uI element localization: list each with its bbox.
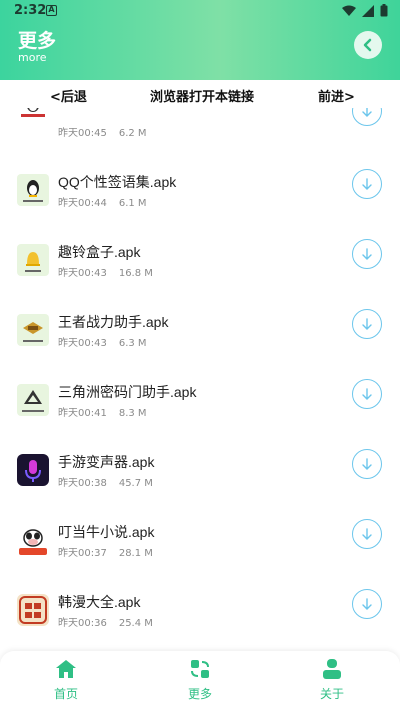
status-bar: 2:32 A: [0, 0, 400, 22]
file-size: 6.2 M: [118, 128, 147, 139]
file-date: 昨天00:36: [58, 618, 107, 629]
file-name: 三角洲密码门助手.apk: [58, 384, 197, 400]
download-button[interactable]: [352, 108, 382, 126]
download-arrow-icon: [362, 388, 372, 400]
file-item[interactable]: 韩漫大全.apk 昨天00:36 25.4 M: [0, 589, 400, 651]
file-size: 8.3 M: [118, 408, 147, 419]
person-icon: [323, 659, 341, 679]
back-button[interactable]: [354, 31, 382, 59]
file-meta: 昨天00:38 45.7 M: [58, 474, 153, 489]
cow-app-icon: [17, 524, 49, 556]
wifi-icon: [342, 5, 356, 16]
download-button[interactable]: [352, 239, 382, 269]
open-in-browser-link[interactable]: 浏览器打开本链接: [150, 86, 254, 105]
file-date: 昨天00:44: [58, 198, 107, 209]
download-arrow-icon: [362, 318, 372, 330]
download-button[interactable]: [352, 309, 382, 339]
file-size: 16.8 M: [118, 268, 153, 279]
file-size: 45.7 M: [118, 478, 153, 489]
file-date: 昨天00:43: [58, 338, 107, 349]
download-arrow-icon: [362, 178, 372, 190]
page-title: 更多: [18, 30, 57, 52]
tab-about-label: 关于: [319, 687, 344, 701]
tab-home-label: 首页: [53, 687, 78, 701]
tab-more-label: 更多: [187, 687, 212, 701]
tab-more[interactable]: 更多: [160, 657, 240, 702]
file-item[interactable]: 趣铃盒子.apk 昨天00:43 16.8 M: [0, 239, 400, 314]
file-item[interactable]: 王者战力助手.apk 昨天00:43 6.3 M: [0, 309, 400, 384]
file-date: 昨天00:43: [58, 268, 107, 279]
file-name: 韩漫大全.apk: [58, 594, 141, 610]
file-item[interactable]: 三角洲密码门助手.apk 昨天00:41 8.3 M: [0, 379, 400, 454]
battery-icon: [380, 4, 388, 17]
qq-penguin-icon: [17, 174, 49, 206]
manhua-app-icon: [17, 594, 49, 626]
microphone-app-icon: [17, 454, 49, 486]
file-meta: 昨天00:44 6.1 M: [58, 194, 147, 209]
file-name: 趣铃盒子.apk: [58, 244, 141, 260]
file-size: 28.1 M: [118, 548, 153, 559]
file-meta: 昨天00:45 6.2 M: [58, 124, 147, 139]
download-arrow-icon: [362, 598, 372, 610]
page-subtitle: more: [18, 51, 47, 64]
file-item[interactable]: QQ个性签语集.apk 昨天00:44 6.1 M: [0, 169, 400, 244]
chevron-left-icon: [363, 38, 372, 52]
file-date: 昨天00:37: [58, 548, 107, 559]
file-name: 手游变声器.apk: [58, 454, 155, 470]
file-name: 王者战力助手.apk: [58, 314, 169, 330]
bell-app-icon: [17, 244, 49, 276]
file-name: 叮当牛小说.apk: [58, 524, 155, 540]
file-list: 昨天00:45 6.2 M QQ个性签语集.apk 昨天00:44 6.1 M 趣铃…: [0, 108, 400, 651]
download-button[interactable]: [352, 169, 382, 199]
download-arrow-icon: [362, 108, 372, 117]
file-meta: 昨天00:37 28.1 M: [58, 544, 153, 559]
file-size: 6.1 M: [118, 198, 147, 209]
file-date: 昨天00:41: [58, 408, 107, 419]
tab-home[interactable]: 首页: [26, 657, 106, 702]
file-date: 昨天00:38: [58, 478, 107, 489]
file-meta: 昨天00:43 6.3 M: [58, 334, 147, 349]
panda-app-icon: [17, 108, 49, 120]
file-date: 昨天00:45: [58, 128, 107, 139]
file-item[interactable]: 叮当牛小说.apk 昨天00:37 28.1 M: [0, 519, 400, 594]
status-icons: [342, 4, 388, 17]
bottom-nav: 首页 更多 关于: [0, 651, 400, 711]
browser-forward-link[interactable]: 前进>: [318, 86, 355, 105]
game-logo-icon: [17, 314, 49, 346]
browser-back-link[interactable]: <后退: [50, 86, 87, 105]
status-time: 2:32: [14, 3, 47, 18]
notification-icon: A: [46, 5, 57, 16]
download-arrow-icon: [362, 528, 372, 540]
download-button[interactable]: [352, 519, 382, 549]
file-meta: 昨天00:36 25.4 M: [58, 614, 153, 629]
triangle-logo-icon: [17, 384, 49, 416]
browser-nav-bar: <后退 浏览器打开本链接 前进>: [0, 80, 400, 108]
download-button[interactable]: [352, 379, 382, 409]
download-button[interactable]: [352, 589, 382, 619]
download-button[interactable]: [352, 449, 382, 479]
signal-icon: [362, 4, 374, 17]
file-size: 25.4 M: [118, 618, 153, 629]
tab-about[interactable]: 关于: [292, 657, 372, 702]
file-size: 6.3 M: [118, 338, 147, 349]
file-meta: 昨天00:41 8.3 M: [58, 404, 147, 419]
file-name: QQ个性签语集.apk: [58, 174, 177, 190]
header-bar: 2:32 A 更多 more: [0, 0, 400, 80]
download-arrow-icon: [362, 458, 372, 470]
download-arrow-icon: [362, 248, 372, 260]
swap-icon: [191, 660, 209, 678]
home-icon: [56, 660, 76, 678]
file-item[interactable]: 手游变声器.apk 昨天00:38 45.7 M: [0, 449, 400, 524]
file-meta: 昨天00:43 16.8 M: [58, 264, 153, 279]
